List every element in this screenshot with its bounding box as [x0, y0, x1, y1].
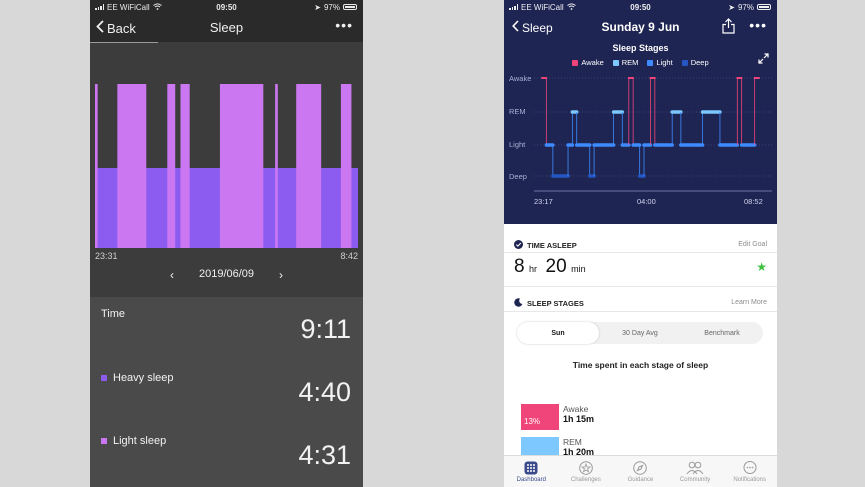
sleep-stages-chart	[534, 77, 772, 192]
right-phone-screen: EE WiFiCall 09:50 ➤ 97% Sleep Sunday 9 J…	[504, 0, 777, 487]
light-sleep-value: 4:31	[298, 440, 351, 470]
heavy-sleep-swatch	[101, 375, 107, 381]
goal-star-icon: ★	[756, 260, 767, 274]
light-sleep-bar	[95, 84, 98, 249]
moon-icon	[514, 298, 523, 309]
tab-dashboard[interactable]: Dashboard	[504, 456, 559, 487]
time-asleep-header: TIME ASLEEP	[514, 240, 577, 251]
chart-end-time: 8:42	[340, 251, 358, 261]
sleep-chart: 23:31 8:42	[90, 43, 363, 261]
dashboard-icon	[524, 461, 538, 475]
stage-duration: 1h 15m	[563, 414, 595, 424]
page-title: Sleep	[209, 20, 244, 35]
tab-benchmark[interactable]: Benchmark	[681, 322, 763, 344]
light-sleep-label: Light sleep	[101, 435, 166, 447]
stage-name: Awake	[563, 404, 589, 414]
time-spent-subtitle: Time spent in each stage of sleep	[572, 360, 709, 370]
status-bar: EE WiFiCall 09:50 ➤ 97%	[504, 0, 777, 14]
light-sleep-bar	[219, 84, 264, 249]
stage-name: REM	[563, 437, 582, 447]
legend-deep: Deep	[681, 58, 709, 67]
learn-more-link[interactable]: Learn More	[731, 299, 767, 306]
stage-row-awake: 13% Awake 1h 15m	[521, 404, 594, 430]
location-icon: ➤	[314, 2, 321, 12]
divider	[504, 311, 777, 312]
light-sleep-bar	[275, 84, 278, 249]
heavy-sleep-label: Heavy sleep	[101, 372, 174, 384]
time-asleep-value: 8 hr 20 min	[514, 256, 586, 277]
stage-percent-box: 13%	[521, 404, 559, 430]
check-circle-icon	[514, 240, 523, 251]
sleep-chart-svg	[95, 84, 358, 249]
divider	[504, 252, 777, 253]
edit-goal-link[interactable]: Edit Goal	[738, 241, 767, 248]
sleep-stats-panel: Time 9:11 Heavy sleep 4:40 Light sleep 4…	[90, 297, 363, 487]
location-icon: ➤	[728, 2, 735, 12]
share-button[interactable]	[722, 18, 735, 39]
tab-sun[interactable]: Sun	[517, 322, 599, 344]
legend-light: Light	[647, 58, 673, 67]
challenges-icon	[579, 461, 593, 475]
sleep-stages-header: EE WiFiCall 09:50 ➤ 97% Sleep Sunday 9 J…	[504, 0, 777, 224]
tab-notifications[interactable]: Notifications	[722, 456, 777, 487]
nav-bar: Back Sleep •••	[90, 14, 363, 42]
battery-percent: 97%	[737, 2, 754, 12]
chart-x-mid: 04:00	[637, 197, 656, 206]
legend-awake: Awake	[572, 58, 604, 67]
bottom-tab-bar: Dashboard Challenges Guidance Community …	[504, 455, 777, 487]
nav-bar: Sleep Sunday 9 Jun •••	[504, 17, 777, 40]
date-navigator: ‹ 2019/06/09 ›	[90, 268, 363, 282]
left-phone-screen: EE WiFiCall 09:50 ➤ 97% Back Sleep ••• 2…	[90, 0, 363, 487]
expand-icon[interactable]	[758, 51, 769, 69]
tab-community[interactable]: Community	[668, 456, 723, 487]
tab-challenges[interactable]: Challenges	[559, 456, 614, 487]
light-sleep-bar	[180, 84, 190, 249]
chart-x-end: 08:52	[744, 197, 763, 206]
compass-icon	[633, 461, 648, 475]
community-icon	[686, 461, 704, 475]
chart-start-time: 23:31	[95, 251, 118, 261]
chart-title: Sleep Stages	[612, 43, 669, 53]
share-icon	[722, 18, 735, 34]
legend-rem: REM	[612, 58, 638, 67]
chart-x-start: 23:17	[534, 197, 553, 206]
prev-date-button[interactable]: ‹	[170, 268, 174, 282]
next-date-button[interactable]: ›	[279, 268, 283, 282]
sleep-stages-header: SLEEP STAGES	[514, 298, 584, 309]
page-title: Sunday 9 Jun	[601, 20, 680, 34]
status-bar: EE WiFiCall 09:50 ➤ 97%	[90, 0, 363, 14]
total-time-label: Time	[101, 308, 126, 320]
tab-30-day-avg[interactable]: 30 Day Avg	[599, 322, 681, 344]
battery-percent: 97%	[323, 2, 340, 12]
chat-bubble-icon	[743, 461, 757, 474]
light-sleep-bar	[167, 84, 176, 249]
period-segmented-control: Sun 30 Day Avg Benchmark	[517, 322, 763, 344]
current-date: 2019/06/09	[198, 268, 255, 280]
light-sleep-swatch	[101, 438, 107, 444]
total-time-value: 9:11	[300, 314, 351, 344]
chart-legend: Awake REM Light Deep	[504, 58, 777, 67]
battery-icon	[343, 4, 357, 10]
battery-icon	[757, 4, 771, 10]
more-options-button[interactable]: •••	[335, 17, 353, 33]
divider	[504, 286, 777, 287]
light-sleep-bar	[296, 84, 322, 249]
more-options-button[interactable]: •••	[749, 17, 767, 33]
light-sleep-bar	[117, 84, 147, 249]
heavy-sleep-value: 4:40	[298, 377, 351, 407]
light-sleep-bar	[340, 84, 352, 249]
tab-guidance[interactable]: Guidance	[613, 456, 668, 487]
